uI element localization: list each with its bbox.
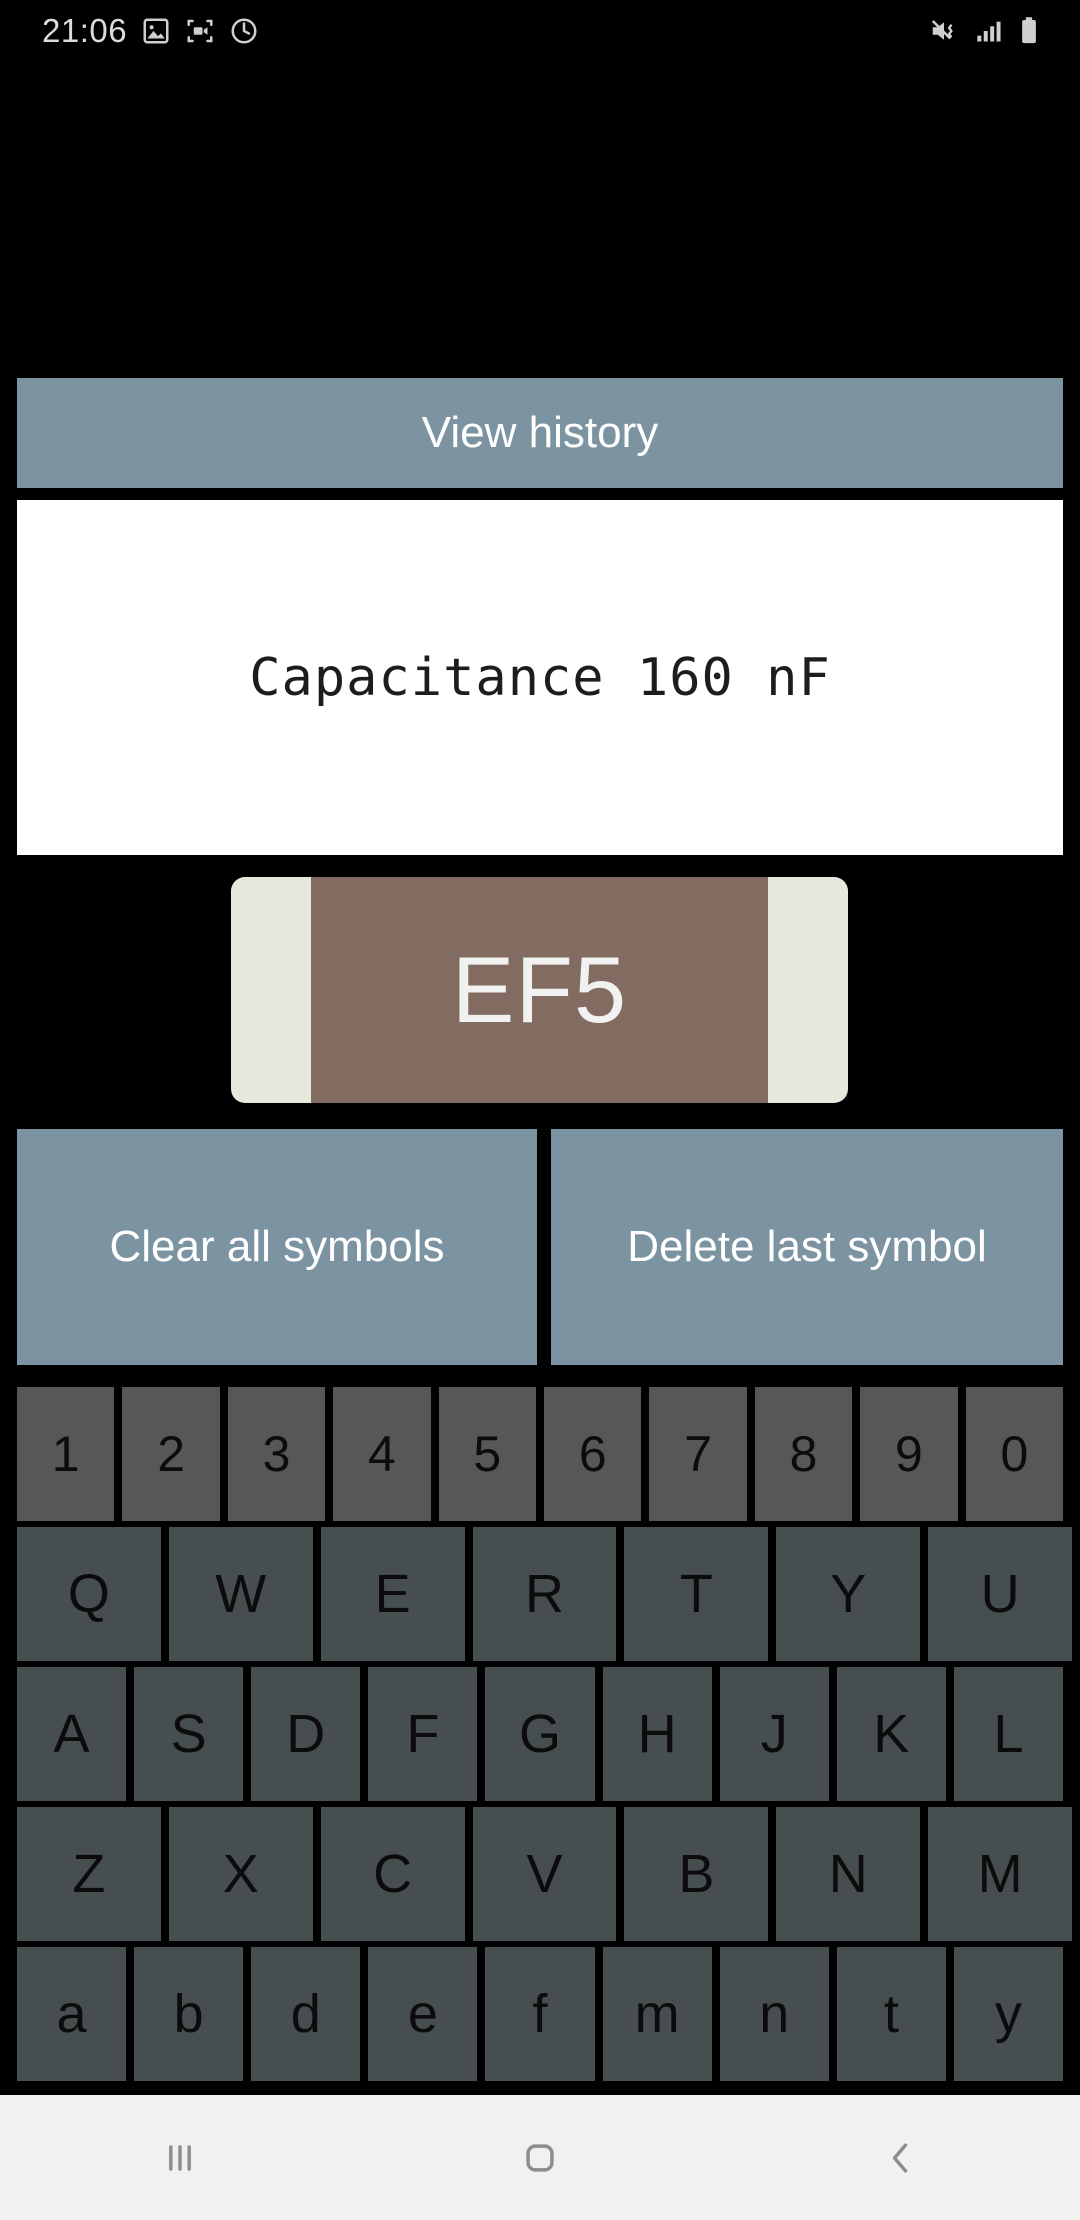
key-d[interactable]: d bbox=[251, 1947, 361, 2081]
smd-component-graphic: EF5 bbox=[231, 877, 848, 1103]
component-terminal-left bbox=[231, 877, 311, 1103]
status-clock: 21:06 bbox=[42, 12, 128, 49]
key-U[interactable]: U bbox=[928, 1527, 1073, 1661]
key-H[interactable]: H bbox=[602, 1667, 712, 1801]
key-9[interactable]: 9 bbox=[860, 1387, 958, 1521]
key-f[interactable]: f bbox=[485, 1947, 595, 2081]
status-bar: 21:06 bbox=[0, 0, 1080, 62]
back-icon[interactable] bbox=[810, 2095, 990, 2220]
keyboard-row: QWERTYU bbox=[0, 1527, 1080, 1661]
key-8[interactable]: 8 bbox=[754, 1387, 853, 1521]
key-Z[interactable]: Z bbox=[17, 1807, 161, 1941]
key-e[interactable]: e bbox=[368, 1947, 478, 2081]
phone-screen: 21:06 View history Capacitance 160 nF EF… bbox=[0, 0, 1080, 2220]
key-T[interactable]: T bbox=[624, 1527, 769, 1661]
key-A[interactable]: A bbox=[17, 1667, 127, 1801]
key-Q[interactable]: Q bbox=[17, 1527, 161, 1661]
clear-all-symbols-button[interactable]: Clear all symbols bbox=[17, 1129, 537, 1365]
screen-record-icon bbox=[185, 16, 215, 46]
key-2[interactable]: 2 bbox=[122, 1387, 220, 1521]
component-body: EF5 bbox=[311, 877, 768, 1103]
key-n[interactable]: n bbox=[719, 1947, 829, 2081]
key-a[interactable]: a bbox=[17, 1947, 127, 2081]
keyboard-row: abdefmnty bbox=[0, 1947, 1080, 2081]
key-m[interactable]: m bbox=[602, 1947, 712, 2081]
key-W[interactable]: W bbox=[168, 1527, 313, 1661]
android-nav-bar bbox=[0, 2095, 1080, 2220]
keyboard-row: ASDFGHJKL bbox=[0, 1667, 1080, 1801]
key-3[interactable]: 3 bbox=[227, 1387, 326, 1521]
capacitance-readout: Capacitance 160 nF bbox=[249, 647, 831, 708]
key-K[interactable]: K bbox=[836, 1667, 946, 1801]
key-X[interactable]: X bbox=[168, 1807, 313, 1941]
key-y[interactable]: y bbox=[953, 1947, 1063, 2081]
key-N[interactable]: N bbox=[776, 1807, 921, 1941]
status-bar-left: 21:06 bbox=[42, 12, 259, 50]
key-R[interactable]: R bbox=[472, 1527, 617, 1661]
key-5[interactable]: 5 bbox=[438, 1387, 537, 1521]
key-7[interactable]: 7 bbox=[649, 1387, 747, 1521]
signal-bars-icon bbox=[974, 17, 1004, 45]
key-D[interactable]: D bbox=[251, 1667, 361, 1801]
key-B[interactable]: B bbox=[624, 1807, 769, 1941]
status-bar-right bbox=[928, 16, 1040, 46]
key-S[interactable]: S bbox=[134, 1667, 244, 1801]
recents-icon[interactable] bbox=[90, 2095, 270, 2220]
key-b[interactable]: b bbox=[134, 1947, 244, 2081]
battery-icon bbox=[1018, 16, 1040, 46]
key-E[interactable]: E bbox=[320, 1527, 465, 1661]
rotation-icon bbox=[229, 16, 259, 46]
mute-vibrate-icon bbox=[928, 16, 960, 46]
key-4[interactable]: 4 bbox=[333, 1387, 431, 1521]
component-terminal-right bbox=[768, 877, 848, 1103]
home-icon[interactable] bbox=[450, 2095, 630, 2220]
key-G[interactable]: G bbox=[485, 1667, 595, 1801]
delete-last-symbol-button[interactable]: Delete last symbol bbox=[551, 1129, 1063, 1365]
key-0[interactable]: 0 bbox=[965, 1387, 1064, 1521]
view-history-button[interactable]: View history bbox=[17, 378, 1063, 488]
result-panel: Capacitance 160 nF bbox=[17, 500, 1063, 855]
key-M[interactable]: M bbox=[928, 1807, 1073, 1941]
key-Y[interactable]: Y bbox=[776, 1527, 921, 1661]
keyboard-row: ZXCVBNM bbox=[0, 1807, 1080, 1941]
key-1[interactable]: 1 bbox=[17, 1387, 115, 1521]
key-J[interactable]: J bbox=[719, 1667, 829, 1801]
key-L[interactable]: L bbox=[953, 1667, 1063, 1801]
key-F[interactable]: F bbox=[368, 1667, 478, 1801]
key-t[interactable]: t bbox=[836, 1947, 946, 2081]
key-V[interactable]: V bbox=[472, 1807, 617, 1941]
image-icon bbox=[141, 16, 171, 46]
keyboard-row: 1234567890 bbox=[0, 1387, 1080, 1521]
key-6[interactable]: 6 bbox=[544, 1387, 642, 1521]
component-code-label: EF5 bbox=[451, 937, 628, 1042]
symbol-keyboard: 1234567890QWERTYUASDFGHJKLZXCVBNMabdefmn… bbox=[0, 1387, 1080, 2087]
key-C[interactable]: C bbox=[320, 1807, 465, 1941]
